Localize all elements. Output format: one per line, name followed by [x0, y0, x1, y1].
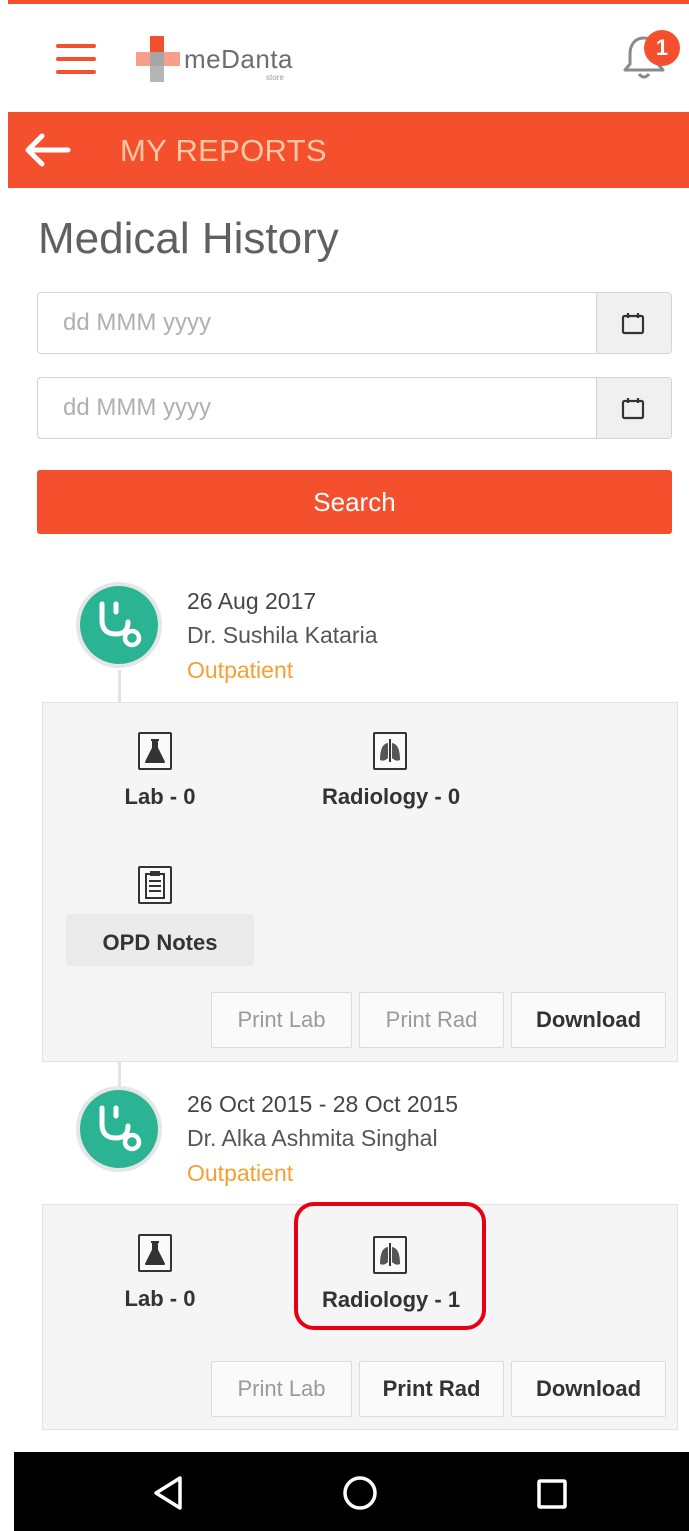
print-lab-button[interactable]: Print Lab — [211, 992, 352, 1048]
arrow-left-icon[interactable] — [22, 132, 72, 168]
notification-badge[interactable]: 1 — [644, 30, 680, 66]
hamburger-icon[interactable] — [56, 44, 96, 74]
recents-square-icon[interactable] — [534, 1476, 570, 1512]
medanta-cross-icon — [136, 36, 180, 82]
stethoscope-icon — [99, 601, 142, 648]
topbar-title: MY REPORTS — [120, 133, 327, 168]
doctor-avatar — [76, 1086, 162, 1172]
to-date-field — [37, 377, 672, 439]
entry-doctor: Dr. Sushila Kataria — [187, 622, 378, 648]
clipboard-icon[interactable] — [138, 866, 172, 904]
stethoscope-icon — [99, 1105, 142, 1152]
radiology-highlight-box — [294, 1202, 486, 1330]
lab-count-label[interactable]: Lab - 0 — [100, 784, 220, 810]
home-circle-icon[interactable] — [341, 1474, 379, 1512]
logo-subtext: store — [266, 73, 284, 82]
calendar-icon — [621, 313, 645, 335]
lab-count-label[interactable]: Lab - 0 — [100, 1286, 220, 1312]
opd-notes-label[interactable]: OPD Notes — [66, 930, 254, 956]
from-date-input[interactable] — [39, 294, 597, 352]
from-date-field — [37, 292, 672, 354]
xray-icon[interactable] — [373, 732, 407, 770]
to-date-input[interactable] — [39, 379, 597, 437]
print-lab-button[interactable]: Print Lab — [211, 1361, 352, 1417]
flask-icon[interactable] — [138, 732, 172, 770]
entry-type: Outpatient — [187, 657, 294, 683]
entry-doctor: Dr. Alka Ashmita Singhal — [187, 1125, 438, 1151]
entry-type: Outpatient — [187, 1160, 294, 1186]
top-accent-line — [8, 0, 689, 4]
print-rad-button[interactable]: Print Rad — [359, 992, 504, 1048]
flask-icon[interactable] — [138, 1234, 172, 1272]
from-calendar-button[interactable] — [596, 293, 671, 353]
logo-text: meDanta — [184, 44, 293, 74]
radiology-count-label[interactable]: Radiology - 0 — [300, 784, 482, 810]
entry-date: 26 Oct 2015 - 28 Oct 2015 — [187, 1091, 459, 1117]
entry-date: 26 Aug 2017 — [187, 588, 317, 614]
download-button[interactable]: Download — [511, 992, 666, 1048]
reports-topbar — [8, 112, 689, 188]
download-button[interactable]: Download — [511, 1361, 666, 1417]
search-button[interactable]: Search — [37, 470, 672, 534]
calendar-icon — [621, 398, 645, 420]
print-rad-button[interactable]: Print Rad — [359, 1361, 504, 1417]
back-triangle-icon[interactable] — [150, 1474, 186, 1512]
doctor-avatar — [76, 582, 162, 668]
to-calendar-button[interactable] — [596, 378, 671, 438]
system-navigation-bar — [14, 1452, 689, 1531]
timeline-line — [118, 670, 121, 704]
page-title: Medical History — [38, 214, 339, 263]
